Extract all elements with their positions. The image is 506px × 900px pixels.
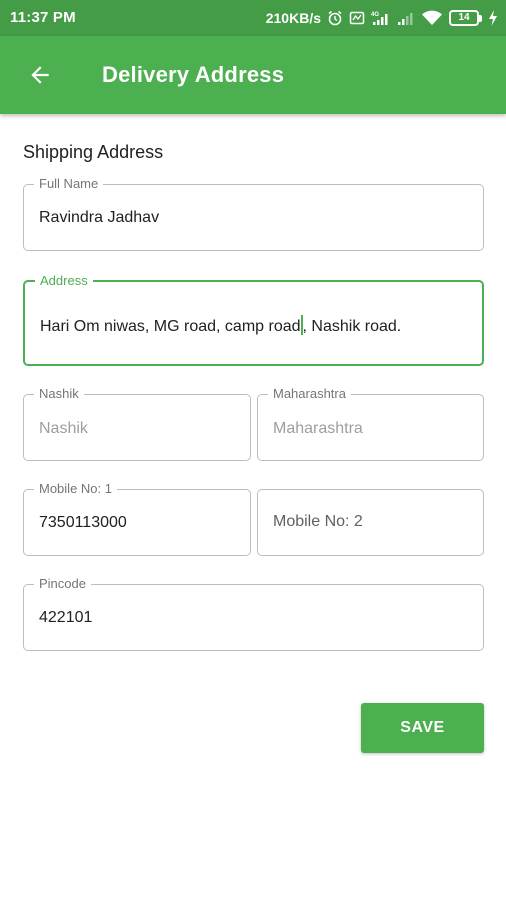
- pincode-field[interactable]: Pincode 422101: [23, 576, 484, 651]
- full-name-label: Full Name: [34, 176, 104, 192]
- mobile-1-value: 7350113000: [39, 514, 127, 531]
- state-hint: Maharashtra: [273, 420, 363, 437]
- state-label: Maharashtra: [268, 386, 351, 402]
- full-name-field[interactable]: Full Name Ravindra Jadhav: [23, 176, 484, 251]
- city-label: Nashik: [34, 386, 84, 402]
- address-label: Address: [35, 273, 93, 289]
- pincode-label: Pincode: [34, 576, 91, 592]
- signal-icon: [398, 13, 413, 25]
- alarm-icon: [328, 10, 342, 26]
- address-text-before-cursor: Hari Om niwas, MG road, camp road: [40, 318, 301, 335]
- page-title: Delivery Address: [102, 62, 285, 87]
- wifi-icon: [422, 10, 442, 25]
- address-field[interactable]: Address Hari Om niwas, MG road, camp roa…: [23, 273, 484, 366]
- battery-level: 14: [458, 12, 470, 23]
- status-bar: 11:37 PM 210KB/s 4G 14: [0, 0, 506, 36]
- mobile-2-placeholder: Mobile No: 2: [273, 513, 363, 530]
- city-field[interactable]: Nashik Nashik: [23, 386, 251, 461]
- battery-icon: 14: [449, 10, 482, 26]
- data-saver-icon: [349, 11, 365, 25]
- back-button[interactable]: [16, 51, 64, 99]
- state-field[interactable]: Maharashtra Maharashtra: [257, 386, 484, 461]
- full-name-value: Ravindra Jadhav: [39, 209, 160, 226]
- address-value: Hari Om niwas, MG road, camp road, Nashi…: [40, 315, 401, 336]
- arrow-left-icon: [31, 66, 49, 84]
- city-hint: Nashik: [39, 420, 88, 437]
- mobile-1-field[interactable]: Mobile No: 1 7350113000: [23, 481, 251, 556]
- network-speed: 210KB/s: [265, 10, 321, 26]
- charging-icon: [489, 10, 497, 26]
- save-button[interactable]: SAVE: [361, 703, 484, 753]
- signal-4g-icon: 4G: [371, 12, 388, 25]
- pincode-value: 422101: [39, 609, 93, 626]
- address-text-after-cursor: , Nashik road.: [302, 318, 402, 335]
- app-bar: Delivery Address: [0, 36, 506, 114]
- status-time: 11:37 PM: [10, 9, 76, 26]
- svg-text:4G: 4G: [371, 12, 379, 18]
- mobile-2-field[interactable]: Mobile No: 2: [257, 489, 484, 556]
- status-icons: 210KB/s 4G 14: [266, 7, 498, 29]
- mobile-1-label: Mobile No: 1: [34, 481, 117, 497]
- section-title: Shipping Address: [23, 142, 164, 162]
